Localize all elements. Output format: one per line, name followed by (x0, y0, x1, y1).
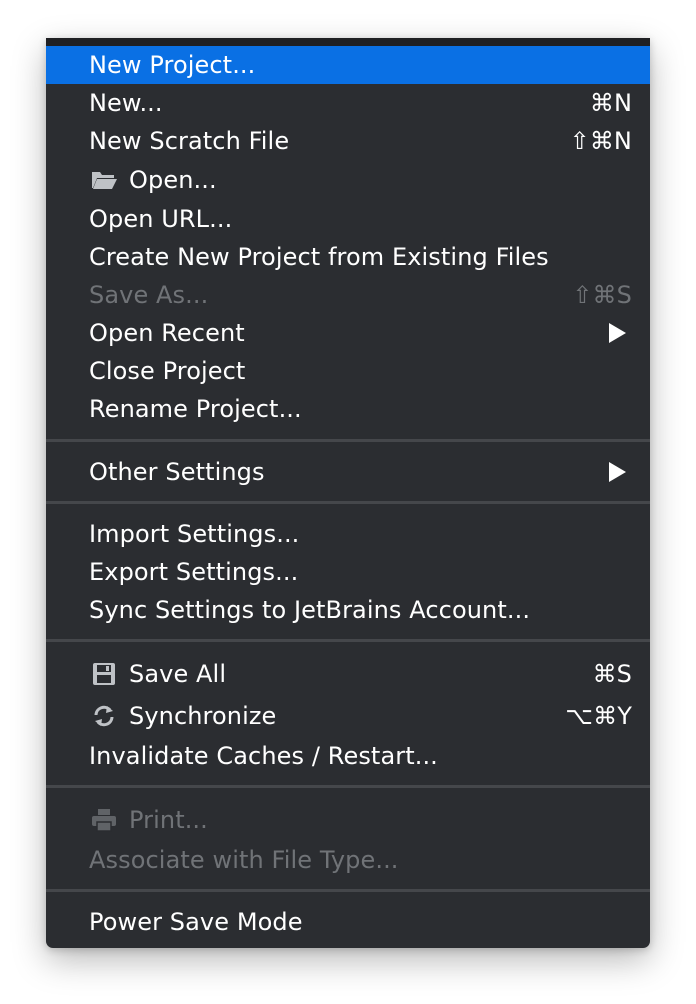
folder-open-icon (90, 166, 118, 194)
menu-item-other-settings[interactable]: Other Settings (46, 453, 650, 491)
menu-item-label: Associate with File Type... (89, 846, 399, 874)
menu-item-save-all[interactable]: Save All ⌘S (46, 653, 650, 695)
menu-item-rename-project[interactable]: Rename Project... (46, 390, 650, 428)
menu-separator (46, 501, 650, 504)
menu-item-label: Sync Settings to JetBrains Account... (89, 596, 531, 624)
menu-separator (46, 889, 650, 892)
menu-item-label: Export Settings... (89, 558, 299, 586)
menu-item-label: Synchronize (129, 702, 277, 730)
menu-item-new-project[interactable]: New Project... (46, 46, 650, 84)
menu-item-create-from-existing[interactable]: Create New Project from Existing Files (46, 238, 650, 276)
menu-item-open[interactable]: Open... (46, 160, 650, 200)
menu-item-label: Print... (129, 806, 208, 834)
menu-item-invalidate-caches[interactable]: Invalidate Caches / Restart... (46, 737, 650, 775)
shortcut-label: ⇧⌘S (572, 281, 632, 309)
menu-item-label: New Project... (89, 51, 256, 79)
menu-item-label: Invalidate Caches / Restart... (89, 742, 438, 770)
menu-separator (46, 785, 650, 788)
menu-item-label: Import Settings... (89, 520, 300, 548)
menu-item-label: New... (89, 89, 163, 117)
floppy-disk-icon (90, 660, 118, 688)
menu-item-label: Close Project (89, 357, 246, 385)
menu-item-new-scratch-file[interactable]: New Scratch File ⇧⌘N (46, 122, 650, 160)
menu-item-label: New Scratch File (89, 127, 290, 155)
menu-item-label: Rename Project... (89, 395, 302, 423)
printer-icon (90, 806, 118, 834)
menu-item-label: Open... (129, 166, 217, 194)
file-menu: New Project... New... ⌘N New Scratch Fil… (46, 38, 650, 948)
menu-item-save-as[interactable]: Save As... ⇧⌘S (46, 276, 650, 314)
menu-item-label: Power Save Mode (89, 908, 303, 936)
menu-item-label: Save All (129, 660, 227, 688)
menu-item-associate-file-type[interactable]: Associate with File Type... (46, 841, 650, 879)
menu-item-sync-settings[interactable]: Sync Settings to JetBrains Account... (46, 591, 650, 629)
menu-item-print[interactable]: Print... (46, 799, 650, 841)
sync-icon (90, 702, 118, 730)
shortcut-label: ⇧⌘N (569, 127, 632, 155)
shortcut-label: ⌘S (592, 660, 632, 688)
menu-item-label: Save As... (89, 281, 209, 309)
menu-item-label: Open URL... (89, 205, 233, 233)
menu-item-synchronize[interactable]: Synchronize ⌥⌘Y (46, 695, 650, 737)
submenu-arrow-icon (609, 462, 626, 482)
menu-item-open-url[interactable]: Open URL... (46, 200, 650, 238)
menu-top-strip (46, 38, 650, 46)
menu-item-new[interactable]: New... ⌘N (46, 84, 650, 122)
shortcut-label: ⌥⌘Y (565, 702, 632, 730)
menu-item-export-settings[interactable]: Export Settings... (46, 553, 650, 591)
menu-item-label: Other Settings (89, 458, 265, 486)
submenu-arrow-icon (609, 323, 626, 343)
shortcut-label: ⌘N (589, 89, 632, 117)
menu-item-open-recent[interactable]: Open Recent (46, 314, 650, 352)
menu-separator (46, 639, 650, 642)
menu-item-close-project[interactable]: Close Project (46, 352, 650, 390)
menu-item-import-settings[interactable]: Import Settings... (46, 515, 650, 553)
menu-item-power-save-mode[interactable]: Power Save Mode (46, 903, 650, 941)
menu-item-label: Open Recent (89, 319, 245, 347)
menu-separator (46, 439, 650, 442)
menu-item-label: Create New Project from Existing Files (89, 243, 549, 271)
